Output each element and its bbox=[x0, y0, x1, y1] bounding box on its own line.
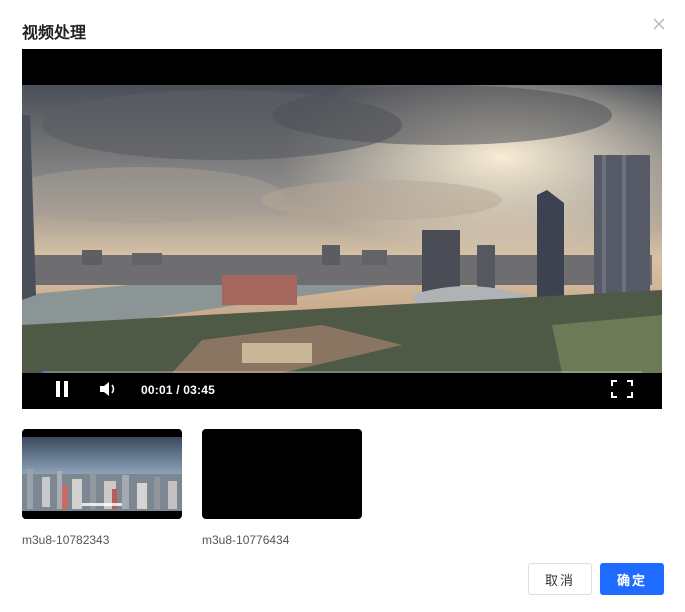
video-player[interactable]: 00:01 / 03:45 bbox=[22, 49, 662, 409]
video-name-1[interactable]: m3u8-10782343 bbox=[22, 533, 109, 547]
fullscreen-icon bbox=[611, 379, 633, 403]
video-frame[interactable] bbox=[22, 85, 662, 373]
volume-button[interactable] bbox=[98, 381, 118, 401]
cancel-button[interactable]: 取消 bbox=[528, 563, 592, 595]
close-icon[interactable] bbox=[652, 17, 666, 31]
progress-bar[interactable] bbox=[42, 371, 642, 373]
fullscreen-button[interactable] bbox=[611, 379, 633, 403]
pause-button[interactable] bbox=[54, 380, 70, 403]
time-display: 00:01 / 03:45 bbox=[141, 383, 215, 397]
video-thumbnail-2[interactable] bbox=[202, 429, 362, 519]
progress-fill bbox=[42, 371, 45, 373]
video-thumbnail-1[interactable] bbox=[22, 429, 182, 519]
dialog-title: 视频处理 bbox=[22, 25, 87, 42]
pause-icon bbox=[54, 380, 70, 403]
volume-icon bbox=[98, 380, 118, 403]
video-name-2[interactable]: m3u8-10776434 bbox=[202, 533, 289, 547]
video-processing-dialog: 视频处理 00:01 / 03:45 m3u8-10782343 m3u8-10… bbox=[0, 0, 685, 612]
confirm-button[interactable]: 确定 bbox=[600, 563, 664, 595]
